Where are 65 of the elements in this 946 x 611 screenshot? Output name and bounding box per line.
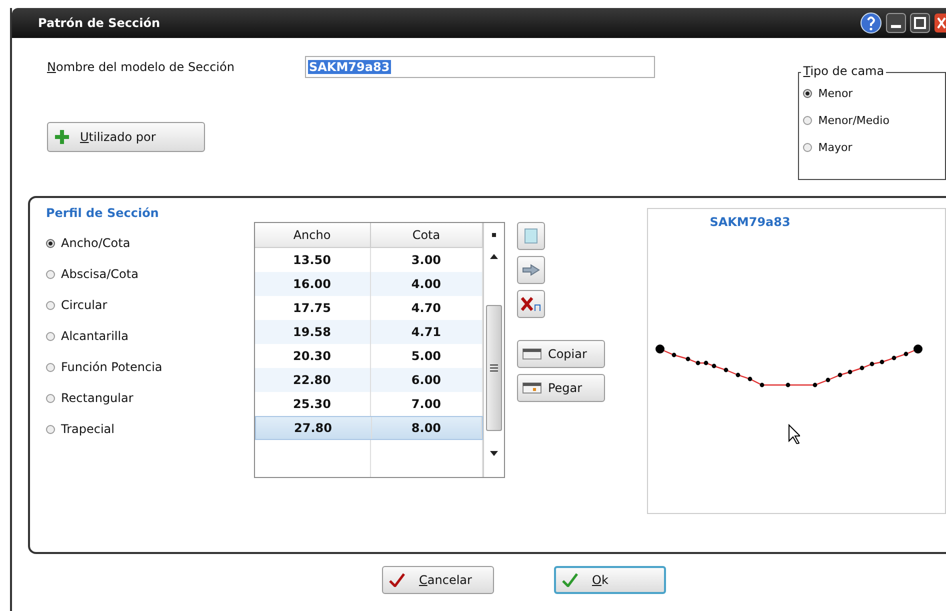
- bar-icon: [522, 347, 542, 361]
- radio-label: Menor/Medio: [818, 114, 890, 127]
- radio-label: Abscisa/Cota: [61, 267, 138, 281]
- table-cell: 16.00: [254, 272, 371, 296]
- tool-button[interactable]: Pegar: [516, 374, 605, 402]
- radio-label: Función Potencia: [61, 360, 162, 374]
- tool-button[interactable]: Copiar: [516, 340, 605, 368]
- radio-label: Rectangular: [61, 391, 134, 405]
- table-row[interactable]: 22.80 6.00: [254, 368, 483, 392]
- radio-button[interactable]: [46, 394, 55, 402]
- column-header[interactable]: Ancho: [254, 223, 371, 247]
- up-arrow-icon[interactable]: [490, 253, 498, 259]
- dialog-button[interactable]: Ok: [554, 566, 666, 594]
- column-header[interactable]: Cota: [370, 223, 483, 247]
- preview-title: SAKM79a83: [710, 215, 790, 229]
- help-icon[interactable]: [860, 12, 882, 34]
- table-cell: 8.00: [372, 417, 482, 439]
- field-label: Nombre del modelo de Sección: [47, 60, 236, 74]
- radio-label: Circular: [61, 298, 108, 312]
- insert-button[interactable]: [516, 256, 545, 284]
- delete-button[interactable]: [516, 290, 545, 318]
- table-cell: 4.00: [370, 272, 483, 296]
- scrollbar[interactable]: [482, 223, 504, 477]
- radio-label: Trapecial: [61, 422, 114, 436]
- group-title: Tipo de cama: [801, 64, 886, 78]
- table-row[interactable]: 27.80 8.00: [254, 416, 483, 440]
- calendar-icon: [522, 381, 542, 395]
- radio-button[interactable]: [46, 270, 55, 278]
- panel-title: Perfil de Sección: [46, 206, 160, 220]
- check-icon: [562, 573, 578, 587]
- table-cell: 6.00: [370, 368, 483, 392]
- table-cell: 27.80: [256, 417, 372, 439]
- check-icon: [389, 573, 405, 587]
- radio-label: Mayor: [818, 141, 852, 154]
- used-by-button[interactable]: Utilizado por: [47, 122, 205, 152]
- window-title: Patrón de Sección: [38, 16, 162, 30]
- minimize-icon[interactable]: [886, 13, 906, 33]
- radio-button[interactable]: [46, 332, 55, 340]
- radio-label: Menor: [818, 87, 853, 100]
- radio-button[interactable]: [803, 116, 812, 125]
- dialog-button[interactable]: Cancelar: [382, 566, 494, 594]
- radio-button[interactable]: [46, 300, 55, 310]
- cursor-icon: [788, 424, 800, 444]
- table-cell: 19.58: [254, 320, 371, 344]
- grip-icon: [490, 364, 498, 372]
- page-icon: [524, 228, 538, 244]
- table-cell: 4.71: [370, 320, 483, 344]
- down-arrow-icon[interactable]: [490, 451, 498, 457]
- radio-button[interactable]: [803, 89, 812, 98]
- radio-label: Ancho/Cota: [61, 236, 130, 250]
- maximize-icon[interactable]: [910, 13, 930, 33]
- table-row[interactable]: 16.00 4.00: [254, 272, 483, 296]
- delete-icon: [520, 296, 542, 312]
- close-icon[interactable]: [934, 13, 946, 33]
- arrow-icon: [522, 264, 540, 276]
- radio-button[interactable]: [46, 424, 55, 434]
- radio-button[interactable]: [46, 238, 55, 248]
- name-field[interactable]: SAKM79a83: [305, 56, 655, 78]
- radio-label: Alcantarilla: [61, 329, 128, 343]
- table-cell: 22.80: [254, 368, 371, 392]
- plus-icon: [54, 129, 70, 145]
- new-row-button[interactable]: [516, 222, 545, 250]
- table-row[interactable]: 19.58 4.71: [254, 320, 483, 344]
- radio-button[interactable]: [803, 143, 812, 152]
- radio-button[interactable]: [46, 362, 55, 372]
